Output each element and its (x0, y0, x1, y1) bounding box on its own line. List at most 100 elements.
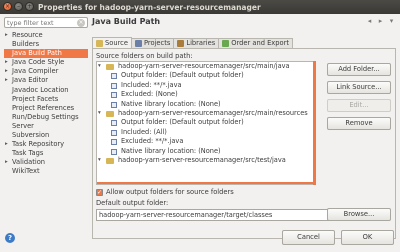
row-text: Output folder: (Default output folder) (121, 118, 244, 127)
sidebar-item[interactable]: ▸ Task Repository (4, 140, 88, 149)
ok-button[interactable]: OK (341, 230, 394, 245)
row-text: hadoop-yarn-server-resourcemanager/src/t… (118, 155, 286, 164)
row-text: Included: **/*.java (121, 80, 182, 89)
allow-output-label: Allow output folders for source folders (106, 188, 234, 196)
title-bar: × – + Properties for hadoop-yarn-server-… (0, 0, 400, 14)
expand-arrow-icon[interactable]: ▸ (5, 76, 8, 85)
cancel-button[interactable]: Cancel (282, 230, 335, 245)
link-source-button[interactable]: Link Source... (327, 81, 391, 94)
preferences-tree: ▸ Resource Builders Java Build Path ▸ Java Co… (4, 31, 88, 177)
tab-libraries[interactable]: Libraries (173, 38, 220, 48)
attribute-icon (111, 148, 117, 155)
sidebar-item[interactable]: ▸ Validation (4, 158, 88, 167)
source-folder-attribute-row[interactable]: Native library location: (None) (97, 100, 315, 109)
tab-icon (222, 40, 230, 47)
source-folders-label: Source folders on build path: (96, 52, 193, 60)
allow-output-folders-option[interactable]: ✓ Allow output folders for source folder… (96, 188, 234, 196)
sidebar-item-label: Server (12, 121, 34, 130)
sidebar-item[interactable]: Project References (4, 104, 88, 113)
source-tab-panel: Source folders on build path: ▾ hadoop-ya… (92, 48, 396, 239)
row-text: Output folder: (Default output folder) (121, 71, 244, 80)
source-folder-icon (106, 110, 114, 117)
sidebar-item[interactable]: Task Tags (4, 149, 88, 158)
collapse-arrow-icon[interactable]: ▾ (98, 62, 101, 71)
sidebar-item[interactable]: ▸ Java Compiler (4, 67, 88, 76)
source-folder-attribute-row[interactable]: Excluded: **/*.java (97, 137, 315, 146)
sidebar-item[interactable]: Builders (4, 40, 88, 49)
collapse-arrow-icon[interactable]: ▾ (98, 156, 101, 165)
history-nav: ◂ ▸ ▾ (365, 17, 396, 26)
expand-arrow-icon[interactable]: ▸ (5, 67, 8, 76)
attribute-icon (111, 101, 117, 108)
tab-source[interactable]: Source (92, 37, 132, 48)
sidebar-item-label: WikiText (12, 167, 40, 176)
expand-arrow-icon[interactable]: ▸ (5, 158, 8, 167)
source-folder-attribute-row[interactable]: Output folder: (Default output folder) (97, 71, 315, 80)
attribute-icon (111, 92, 117, 99)
remove-button[interactable]: Remove (327, 117, 391, 130)
source-folder-attribute-row[interactable]: Included: (All) (97, 128, 315, 137)
sidebar-item-label: Resource (12, 31, 43, 39)
tab-label: Libraries (186, 39, 216, 47)
source-folder-row[interactable]: ▾ hadoop-yarn-server-resourcemanager/src/… (97, 109, 315, 118)
source-folder-attribute-row[interactable]: Output folder: (Default output folder) (97, 118, 315, 127)
default-output-label: Default output folder: (96, 199, 169, 207)
add-folder-button[interactable]: Add Folder... (327, 63, 391, 76)
source-folder-row[interactable]: ▾ hadoop-yarn-server-resourcemanager/src/… (97, 62, 315, 71)
row-text: Excluded: (None) (121, 90, 178, 99)
sidebar-item-label: Task Tags (12, 149, 44, 158)
source-folders-list[interactable]: ▾ hadoop-yarn-server-resourcemanager/src/… (96, 61, 316, 185)
filter-input[interactable] (5, 18, 75, 27)
sidebar-item-label: Builders (12, 40, 40, 49)
row-text: Included: (All) (121, 127, 167, 136)
forward-arrow-icon[interactable]: ▸ (376, 17, 385, 26)
window-controls: × – + (3, 2, 34, 11)
tab-icon (96, 39, 103, 47)
source-folder-row[interactable]: ▾ hadoop-yarn-server-resourcemanager/src/… (97, 156, 315, 165)
sidebar-item-label: Java Compiler (12, 67, 59, 76)
sidebar-item[interactable]: Project Facets (4, 95, 88, 104)
tab-icon (177, 40, 185, 47)
window-title: Properties for hadoop-yarn-server-resour… (38, 3, 261, 12)
sidebar-item[interactable]: Run/Debug Settings (4, 113, 88, 122)
minimize-window-button[interactable]: – (14, 2, 23, 11)
menu-dropdown-icon[interactable]: ▾ (387, 17, 396, 26)
source-folder-attribute-row[interactable]: Included: **/*.java (97, 81, 315, 90)
tab-projects[interactable]: Projects (130, 38, 175, 48)
attribute-icon (111, 82, 117, 89)
row-text: hadoop-yarn-server-resourcemanager/src/m… (118, 108, 308, 117)
sidebar-item[interactable]: ▸ Resource (4, 31, 88, 40)
default-output-field[interactable]: hadoop-yarn-server-resourcemanager/targe… (96, 209, 334, 221)
sidebar-item-label: Project References (12, 103, 75, 112)
expand-arrow-icon[interactable]: ▸ (5, 31, 8, 40)
source-folder-icon (106, 157, 114, 164)
back-arrow-icon[interactable]: ◂ (365, 17, 374, 26)
selection-indicator (97, 182, 315, 184)
clear-filter-icon[interactable]: × (77, 19, 85, 27)
sidebar-item[interactable]: ▸ Java Code Style (4, 58, 88, 67)
allow-output-checkbox[interactable]: ✓ (96, 188, 103, 196)
source-folder-attribute-row[interactable]: Native library location: (None) (97, 147, 315, 156)
tab-label: Order and Export (231, 39, 289, 47)
sidebar-item[interactable]: Subversion (4, 131, 88, 140)
close-window-button[interactable]: × (3, 2, 12, 11)
help-icon[interactable]: ? (5, 233, 15, 243)
browse-button[interactable]: Browse... (327, 208, 391, 221)
expand-arrow-icon[interactable]: ▸ (5, 140, 8, 149)
list-scrollbar[interactable] (313, 61, 316, 185)
sidebar-item[interactable]: Javadoc Location (4, 86, 88, 95)
row-text: Native library location: (None) (121, 146, 221, 155)
edit-button[interactable]: Edit... (327, 99, 391, 112)
tab-order-and-export[interactable]: Order and Export (218, 38, 293, 48)
sidebar-item[interactable]: WikiText (4, 167, 88, 176)
source-folder-attribute-row[interactable]: Excluded: (None) (97, 90, 315, 99)
sidebar-item[interactable]: Java Build Path (4, 49, 88, 59)
sidebar-item-label: Subversion (12, 131, 50, 140)
maximize-window-button[interactable]: + (25, 2, 34, 11)
page-title: Java Build Path (92, 17, 161, 26)
collapse-arrow-icon[interactable]: ▾ (98, 109, 101, 118)
sidebar-item[interactable]: Server (4, 122, 88, 131)
sidebar-item[interactable]: ▸ Java Editor (4, 76, 88, 85)
preferences-sidebar: × ▸ ResourceBuildersJava Build Path ▸ Java … (4, 17, 88, 222)
expand-arrow-icon[interactable]: ▸ (5, 58, 8, 67)
